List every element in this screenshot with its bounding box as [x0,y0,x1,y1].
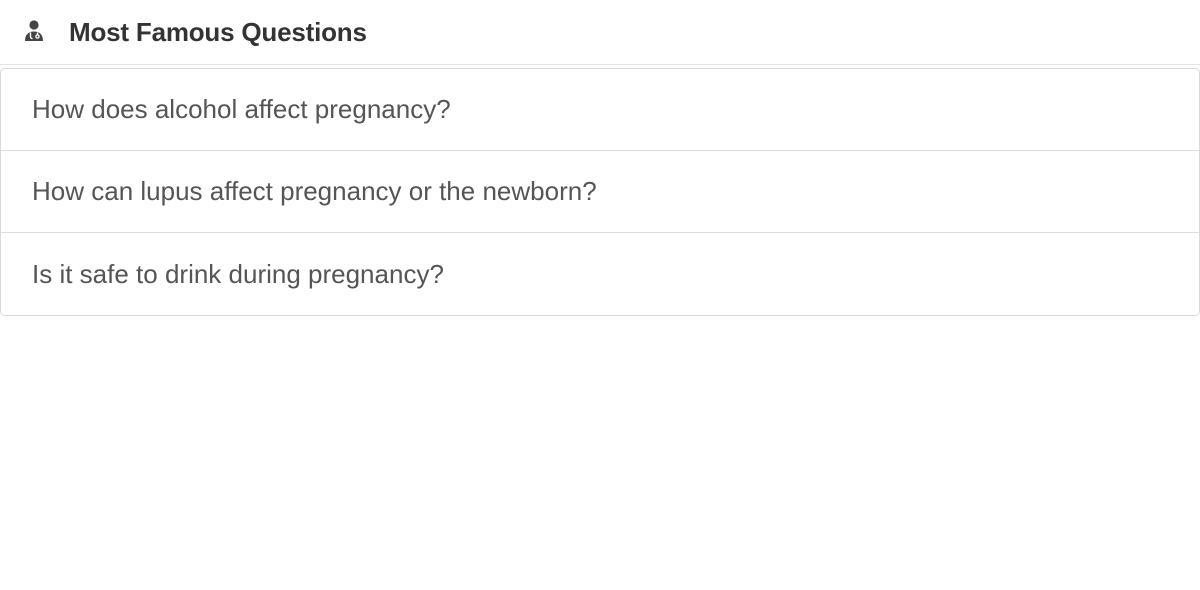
doctor-icon [22,19,46,43]
page-title: Most Famous Questions [69,16,367,47]
section-header: Most Famous Questions [0,0,1200,65]
question-item[interactable]: How can lupus affect pregnancy or the ne… [1,151,1199,233]
question-item[interactable]: Is it safe to drink during pregnancy? [1,233,1199,315]
question-item[interactable]: How does alcohol affect pregnancy? [1,69,1199,151]
questions-list: How does alcohol affect pregnancy? How c… [0,68,1200,316]
divider [0,64,1200,65]
